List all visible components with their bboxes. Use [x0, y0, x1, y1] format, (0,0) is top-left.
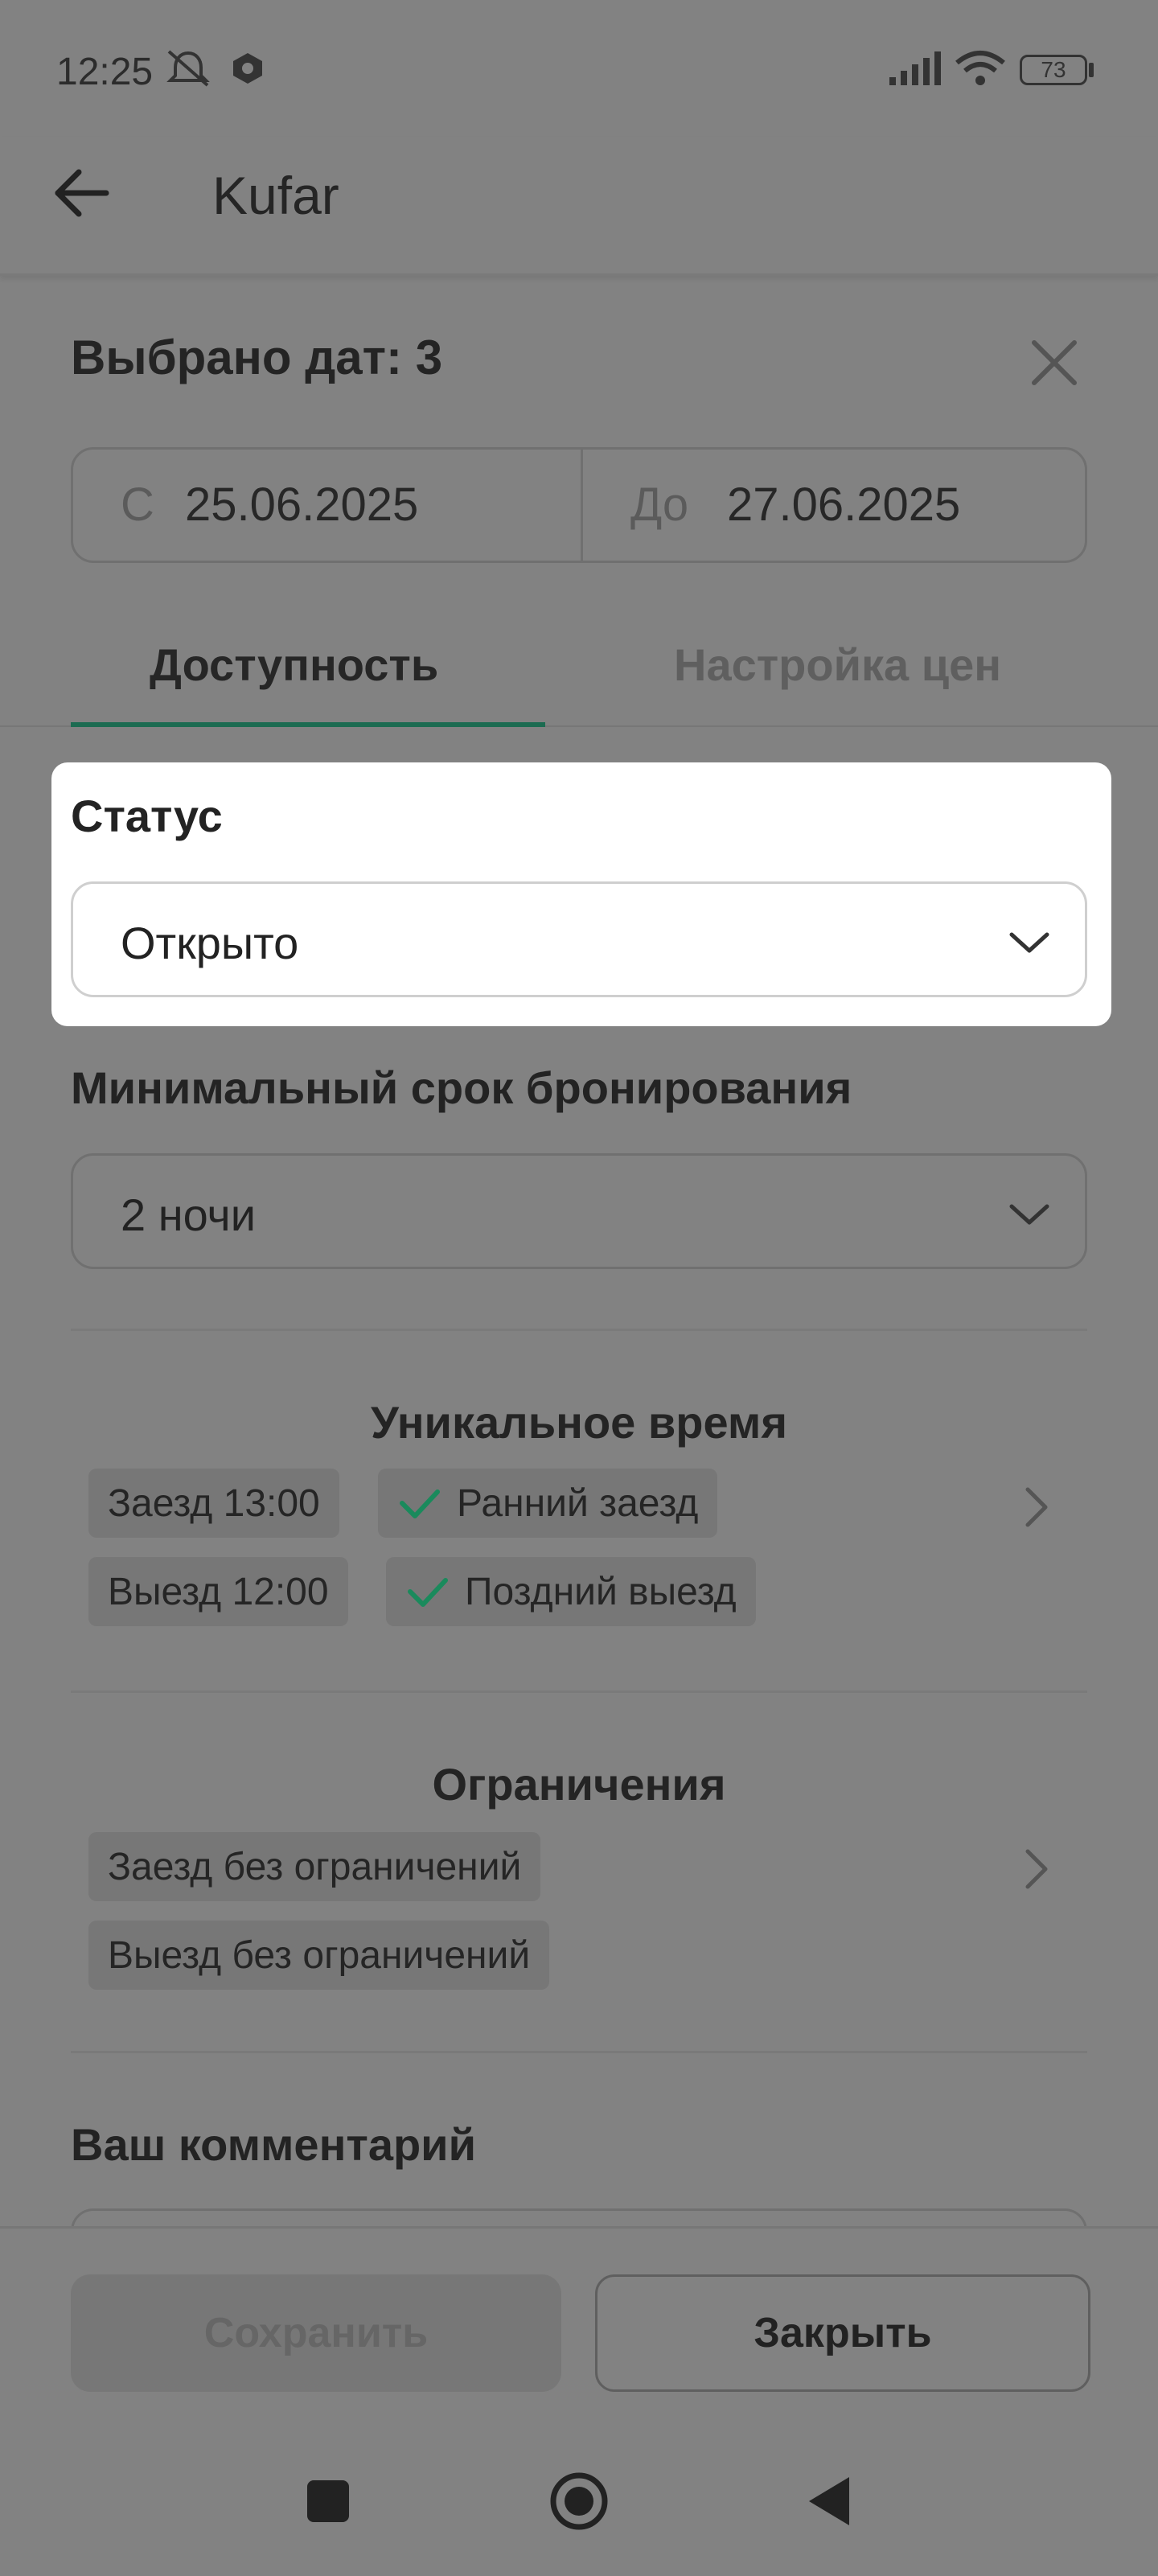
unique-time-title: Уникальное время	[371, 1397, 787, 1448]
tab-availability[interactable]: Доступность	[150, 639, 438, 691]
chevron-down-icon	[1009, 1204, 1049, 1225]
check-icon	[408, 1578, 448, 1607]
app-title: Kufar	[212, 166, 339, 225]
checkin-restriction-label: Заезд без ограничений	[108, 1845, 522, 1888]
check-icon	[400, 1489, 440, 1518]
date-range-divider	[581, 447, 583, 563]
status-select-value: Открыто	[121, 918, 299, 968]
checkout-time-chip: Выезд 12:00	[88, 1557, 348, 1626]
home-icon[interactable]	[539, 2461, 619, 2541]
comment-label: Ваш комментарий	[71, 2119, 477, 2170]
date-to-value[interactable]: 27.06.2025	[727, 478, 960, 532]
status-time: 12:25	[56, 51, 154, 93]
divider	[71, 1691, 1087, 1693]
app-bar	[0, 137, 1158, 276]
divider	[71, 1329, 1087, 1331]
battery-icon: 73	[1020, 55, 1087, 85]
checkin-time-chip: Заезд 13:00	[88, 1469, 339, 1538]
tab-active-indicator	[71, 722, 545, 727]
late-checkout-chip: Поздний выезд	[386, 1557, 756, 1626]
chevron-down-icon	[1009, 932, 1049, 953]
divider	[71, 2051, 1087, 2053]
date-from-prefix: С	[121, 479, 154, 531]
early-checkin-chip: Ранний заезд	[378, 1469, 718, 1538]
save-button[interactable]: Сохранить	[71, 2274, 561, 2392]
date-from-value[interactable]: 25.06.2025	[185, 478, 418, 532]
min-stay-label: Минимальный срок бронирования	[71, 1062, 852, 1113]
dialog-title: Выбрано дат: 3	[71, 331, 443, 384]
chevron-right-icon[interactable]	[1018, 1485, 1053, 1530]
wifi-icon	[955, 51, 1005, 85]
date-to-prefix: До	[630, 479, 689, 531]
recent-apps-icon[interactable]	[288, 2461, 368, 2541]
back-arrow-icon[interactable]	[50, 161, 114, 225]
mute-icon	[166, 50, 210, 87]
checkout-time-label: Выезд 12:00	[108, 1570, 329, 1613]
min-stay-select-value: 2 ночи	[121, 1189, 256, 1240]
checkin-restriction-chip: Заезд без ограничений	[88, 1832, 541, 1901]
back-nav-icon[interactable]	[790, 2461, 870, 2541]
early-checkin-label: Ранний заезд	[457, 1481, 699, 1525]
battery-tip	[1089, 63, 1094, 77]
checkout-restriction-label: Выезд без ограничений	[108, 1933, 531, 1977]
app-notification-icon	[233, 53, 262, 84]
restrictions-title: Ограничения	[432, 1759, 726, 1810]
signal-icon	[889, 51, 941, 85]
close-button[interactable]: Закрыть	[595, 2274, 1090, 2392]
late-checkout-label: Поздний выезд	[465, 1570, 737, 1613]
status-label: Статус	[71, 791, 223, 841]
chevron-right-icon[interactable]	[1018, 1847, 1053, 1892]
close-icon[interactable]	[1021, 330, 1087, 396]
tab-price-settings[interactable]: Настройка цен	[674, 639, 1001, 691]
checkin-time-label: Заезд 13:00	[108, 1481, 320, 1525]
checkout-restriction-chip: Выезд без ограничений	[88, 1921, 550, 1990]
